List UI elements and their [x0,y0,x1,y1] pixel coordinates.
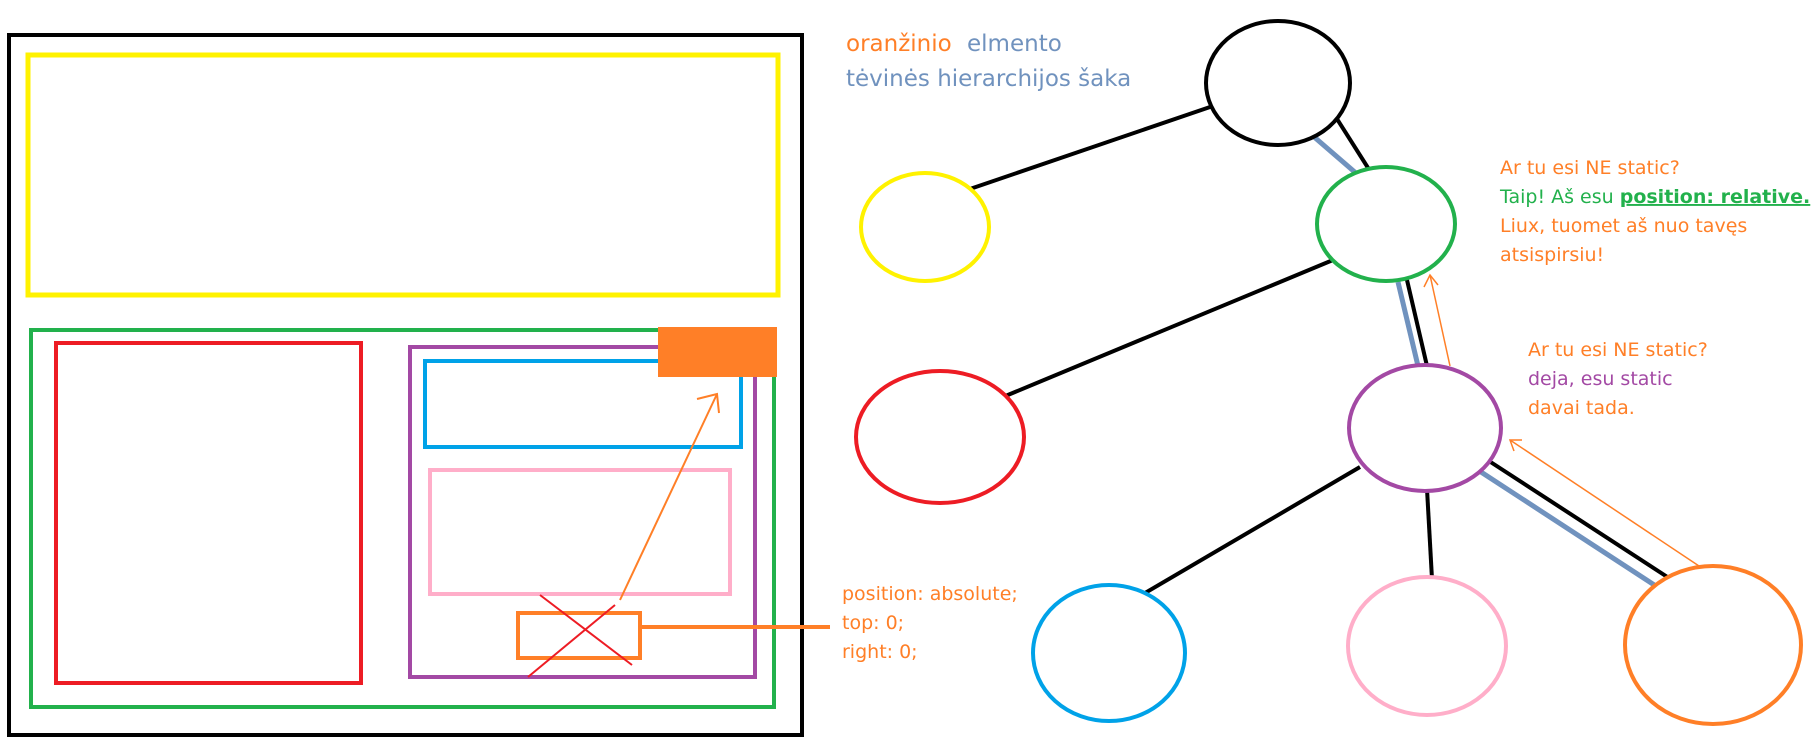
layout-panel [7,33,830,737]
purple-dialog-answer: deja, esu static [1528,368,1673,390]
node-blue [1031,583,1187,723]
move-arrow-line [619,393,718,601]
branch-green-purple [1395,281,1421,367]
css-note: position: absolute; top: 0; right: 0; [842,583,1018,663]
edge-root-yellow [966,104,1214,192]
edge-purple-orange [1487,459,1674,582]
node-purple [1347,363,1503,493]
css-note-line-3: right: 0; [842,641,918,663]
node-green [1315,165,1457,283]
purple-dialog: Ar tu esi NE static? deja, esu static da… [1528,339,1708,419]
purple-dialog-question: Ar tu esi NE static? [1528,339,1708,361]
pink-box [428,468,732,596]
ask-arrow-purple-to-green [1429,274,1451,367]
green-box [29,328,776,709]
legend-branch-text: tėvinės hierarchijos šaka [846,66,1131,92]
svg-text:oranžinio elmento: oranžinio elmento [846,31,1062,57]
node-pink [1346,575,1508,717]
css-note-line-2: top: 0; [842,612,904,634]
green-dialog-answer-bold: position: relative. [1620,186,1811,208]
node-root [1204,19,1352,147]
legend-orange-word: oranžinio [846,31,952,57]
green-dialog-reply-line-2: atsispirsiu! [1500,244,1604,266]
yellow-box [25,52,781,298]
red-box [54,341,363,685]
hierarchy-diagram: oranžinio elmento tėvinės hierarchijos š… [7,19,1810,737]
outer-black-box [7,33,804,737]
edge-purple-pink [1425,488,1434,580]
node-yellow [859,171,991,283]
legend: oranžinio elmento tėvinės hierarchijos š… [846,31,1131,92]
node-red [854,369,1026,505]
svg-text:Taip! Aš esu position:: Taip! Aš esu position: relative. [1499,186,1810,208]
edge-purple-blue [1138,465,1362,598]
css-note-line-1: position: absolute; [842,583,1018,605]
green-dialog-question: Ar tu esi NE static? [1500,157,1680,179]
ask-arrow-orange-to-purple [1509,439,1706,571]
node-orange [1623,564,1803,726]
green-dialog-reply-line-1: Liux, tuomet aš nuo tavęs [1500,215,1747,237]
purple-dialog-reply: davai tada. [1528,397,1635,419]
edge-green-red [1002,258,1334,399]
branch-purple-orange [1479,469,1664,593]
orange-box-absolute-position [658,327,777,377]
green-dialog: Ar tu esi NE static? Taip! Aš esu positi… [1499,157,1810,266]
green-dialog-answer-prefix: Taip! Aš esu [1499,186,1620,208]
legend-blue-word: elmento [967,31,1062,57]
